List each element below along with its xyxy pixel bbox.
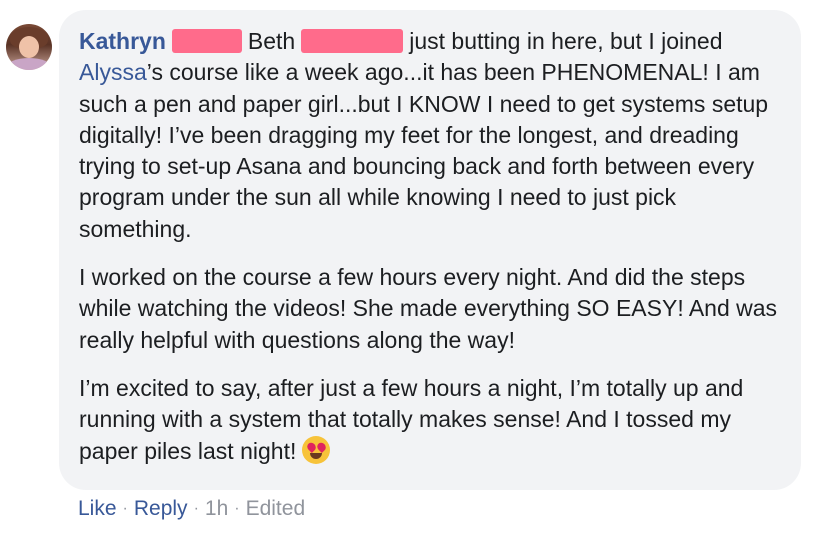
redacted-name-1: [171, 29, 242, 53]
redacted-name-2: [301, 29, 404, 53]
avatar[interactable]: [6, 24, 52, 70]
comment-paragraph-1: Kathryn Beth just butting in here, but I j…: [79, 26, 781, 245]
comment-paragraph-3: I’m excited to say, after just a few hou…: [79, 373, 781, 467]
mention-link[interactable]: Alyssa: [79, 59, 147, 85]
emoji-mouth: [310, 452, 323, 459]
reply-button[interactable]: Reply: [134, 497, 188, 520]
emoji-heart-eye-right: [315, 440, 328, 453]
like-button[interactable]: Like: [78, 497, 117, 520]
comment-paragraph-2: I worked on the course a few hours every…: [79, 264, 778, 353]
avatar-face: [19, 36, 39, 58]
avatar-shoulder: [6, 58, 52, 70]
comment-actions: Like · Reply · 1h · Edited: [78, 495, 305, 523]
comment-line1-text: just butting in here, but I joined: [409, 28, 723, 54]
author-middle-name: Beth: [247, 28, 296, 54]
comment-bubble: Kathryn Beth just butting in here, but I j…: [59, 10, 801, 490]
author-name[interactable]: Kathryn: [79, 28, 166, 54]
comment-text-3: I’m excited to say, after just a few hou…: [79, 374, 744, 464]
heart-eyes-emoji-icon: [302, 435, 331, 464]
separator-dot: ·: [122, 500, 128, 517]
edited-label[interactable]: Edited: [246, 497, 306, 520]
comment-text-1: ’s course like a week ago...it has been …: [79, 59, 769, 242]
separator-dot: ·: [234, 500, 240, 517]
timestamp[interactable]: 1h: [205, 497, 228, 520]
separator-dot: ·: [193, 500, 199, 517]
